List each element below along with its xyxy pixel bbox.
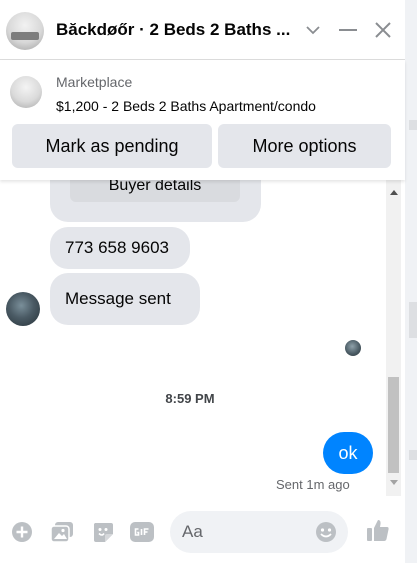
read-receipt-avatar [345, 340, 361, 356]
page-background-edge [405, 0, 417, 563]
scroll-down-arrow-icon[interactable] [386, 476, 401, 488]
sent-status: Sent 1m ago [276, 477, 350, 492]
buyer-details-bubble: Buyer details [50, 180, 261, 222]
listing-image[interactable] [10, 76, 42, 108]
chat-header: Băckdøőr · 2 Beds 2 Baths ... [0, 0, 405, 60]
sender-avatar[interactable] [6, 292, 40, 326]
scroll-up-arrow-icon[interactable] [386, 186, 401, 198]
gif-icon[interactable] [130, 520, 154, 544]
marketplace-listing: Marketplace $1,200 - 2 Beds 2 Baths Apar… [0, 60, 405, 180]
emoji-icon[interactable] [314, 520, 338, 544]
buyer-details-button[interactable]: Buyer details [70, 180, 240, 202]
chat-title[interactable]: Băckdøőr · 2 Beds 2 Baths ... [56, 20, 300, 40]
more-options-button[interactable]: More options [218, 124, 391, 168]
message-input-wrapper [170, 511, 348, 553]
scrollbar-thumb[interactable] [388, 377, 399, 473]
chevron-down-icon[interactable] [303, 18, 323, 42]
plus-icon[interactable] [10, 520, 34, 544]
sticker-icon[interactable] [91, 520, 115, 544]
mark-as-pending-button[interactable]: Mark as pending [12, 124, 212, 168]
message-composer [0, 500, 405, 563]
listing-thumbnail[interactable] [6, 12, 44, 50]
thumbs-up-icon[interactable] [366, 518, 390, 542]
minimize-icon[interactable] [336, 18, 360, 42]
close-icon[interactable] [371, 18, 395, 42]
listing-description[interactable]: $1,200 - 2 Beds 2 Baths Apartment/condo [56, 98, 316, 114]
page-edge-mark [409, 450, 417, 460]
message-bubble: Message sent [50, 273, 200, 325]
page-edge-mark [409, 302, 417, 338]
outgoing-message-bubble: ok [323, 432, 373, 474]
message-thread: Buyer details 773 658 9603 Message sent … [0, 180, 405, 500]
message-bubble: 773 658 9603 [50, 227, 190, 269]
photo-icon[interactable] [50, 520, 74, 544]
message-timestamp: 8:59 PM [165, 391, 215, 406]
page-edge-mark [409, 120, 417, 130]
message-input[interactable] [170, 511, 310, 553]
listing-source: Marketplace [56, 74, 133, 90]
